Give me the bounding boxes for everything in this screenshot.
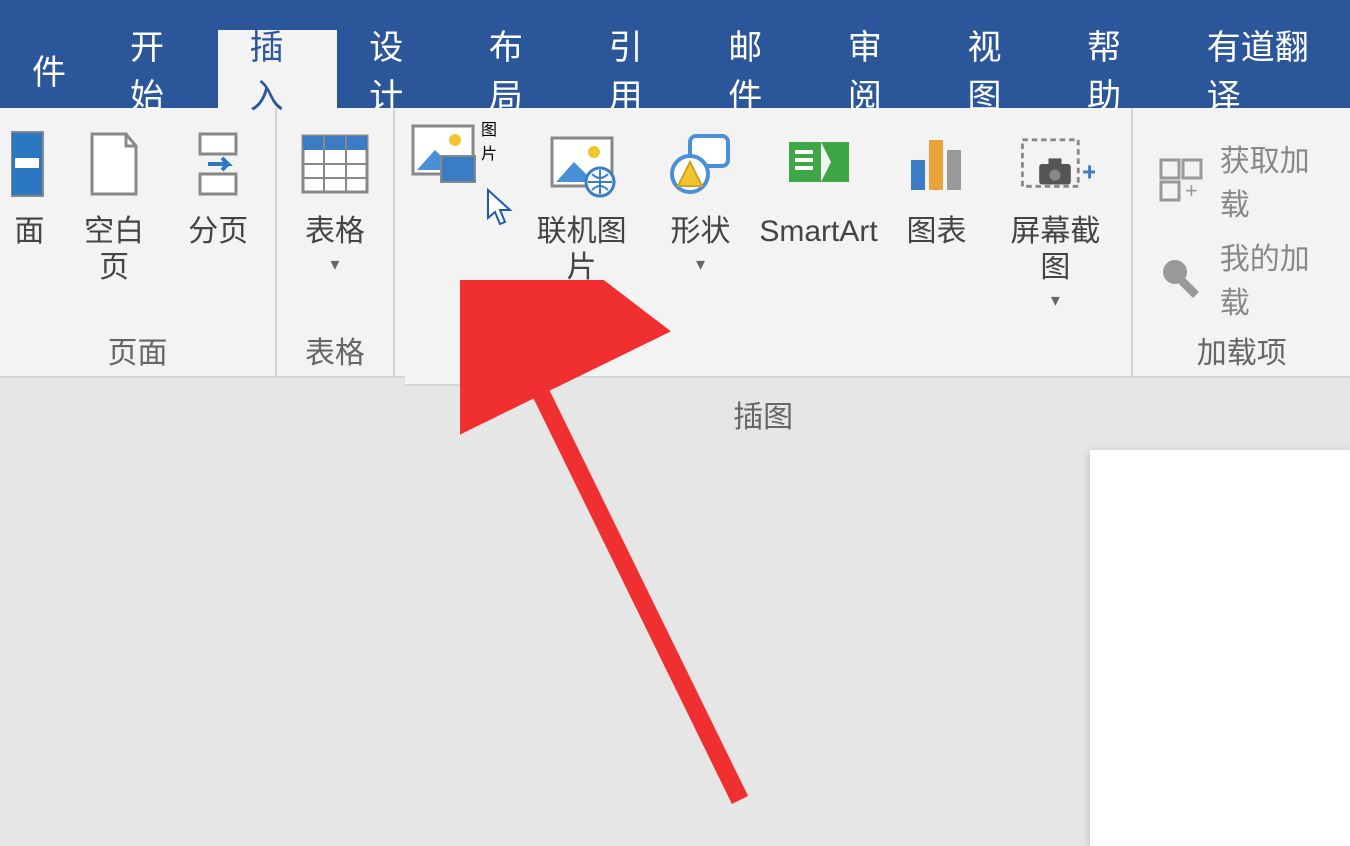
ribbon-group-addins: + 获取加载 我的加载 加载项 — [1133, 108, 1350, 376]
pages-group-label: 页面 — [10, 322, 265, 372]
picture-icon — [405, 116, 481, 384]
cover-page-label: 面 — [14, 214, 44, 250]
ribbon-group-pages: 面 空白页 分页 页面 — [0, 108, 277, 376]
page-break-icon — [178, 120, 258, 208]
picture-label: 图片 — [481, 116, 510, 384]
chart-button[interactable]: 图表 — [890, 116, 983, 254]
my-addins-icon — [1155, 252, 1205, 304]
cover-page-icon — [9, 120, 49, 208]
cover-page-button[interactable]: 面 — [10, 116, 57, 254]
online-picture-icon — [542, 120, 622, 208]
shapes-icon — [660, 120, 740, 208]
smartart-icon — [779, 120, 859, 208]
store-icon: + — [1155, 154, 1205, 206]
screenshot-button[interactable]: + 屏幕截图 ▾ — [989, 116, 1121, 315]
chart-label: 图表 — [907, 214, 967, 250]
get-addins-button[interactable]: + 获取加载 — [1155, 136, 1336, 224]
tab-view[interactable]: 视图 — [935, 30, 1055, 108]
my-addins-button[interactable]: 我的加载 — [1155, 234, 1336, 322]
svg-text:+: + — [1185, 178, 1198, 203]
chevron-down-icon: ▾ — [1051, 290, 1060, 311]
table-button[interactable]: 表格 ▾ — [287, 116, 383, 279]
page-break-label: 分页 — [188, 214, 248, 250]
svg-text:+: + — [1082, 157, 1095, 187]
online-picture-button[interactable]: 联机图片 — [516, 116, 648, 290]
tables-group-label: 表格 — [287, 322, 383, 372]
blank-page-icon — [74, 120, 154, 208]
addins-group-label: 加载项 — [1143, 322, 1340, 372]
tab-youdao[interactable]: 有道翻译 — [1175, 30, 1350, 108]
chart-icon — [897, 120, 977, 208]
ribbon-tabs: 件 开始 插入 设计 布局 引用 邮件 审阅 视图 帮助 有道翻译 — [0, 30, 1350, 108]
get-addins-label: 获取加载 — [1220, 136, 1336, 224]
tab-home[interactable]: 开始 — [98, 30, 218, 108]
tab-design[interactable]: 设计 — [337, 30, 457, 108]
shapes-label: 形状 — [670, 214, 730, 250]
chevron-down-icon: ▾ — [330, 254, 339, 275]
tab-insert[interactable]: 插入 — [218, 30, 338, 108]
tab-review[interactable]: 审阅 — [816, 30, 936, 108]
document-page[interactable] — [1090, 450, 1350, 846]
tab-references[interactable]: 引用 — [577, 30, 697, 108]
page-break-button[interactable]: 分页 — [172, 116, 265, 254]
tab-file[interactable]: 件 — [0, 30, 98, 108]
smartart-button[interactable]: SmartArt — [753, 116, 884, 254]
table-icon — [295, 120, 375, 208]
screenshot-icon: + — [1015, 120, 1095, 208]
illustrations-group-label: 插图 — [405, 386, 1122, 436]
titlebar — [0, 0, 1350, 30]
table-label: 表格 — [305, 214, 365, 250]
tab-help[interactable]: 帮助 — [1055, 30, 1175, 108]
ribbon-group-illustrations: 图片 联机图片 形状 ▾ SmartArt — [395, 108, 1134, 376]
my-addins-label: 我的加载 — [1220, 234, 1336, 322]
blank-page-label: 空白页 — [71, 214, 158, 286]
ribbon-group-tables: 表格 ▾ 表格 — [277, 108, 395, 376]
picture-button[interactable]: 图片 — [405, 116, 510, 386]
tab-mailings[interactable]: 邮件 — [696, 30, 816, 108]
ribbon: 面 空白页 分页 页面 表格 — [0, 108, 1350, 378]
screenshot-label: 屏幕截图 — [997, 214, 1113, 286]
chevron-down-icon: ▾ — [696, 254, 705, 275]
tab-layout[interactable]: 布局 — [457, 30, 577, 108]
blank-page-button[interactable]: 空白页 — [63, 116, 166, 290]
smartart-label: SmartArt — [759, 214, 877, 250]
shapes-button[interactable]: 形状 ▾ — [654, 116, 747, 279]
online-picture-label: 联机图片 — [524, 214, 640, 286]
